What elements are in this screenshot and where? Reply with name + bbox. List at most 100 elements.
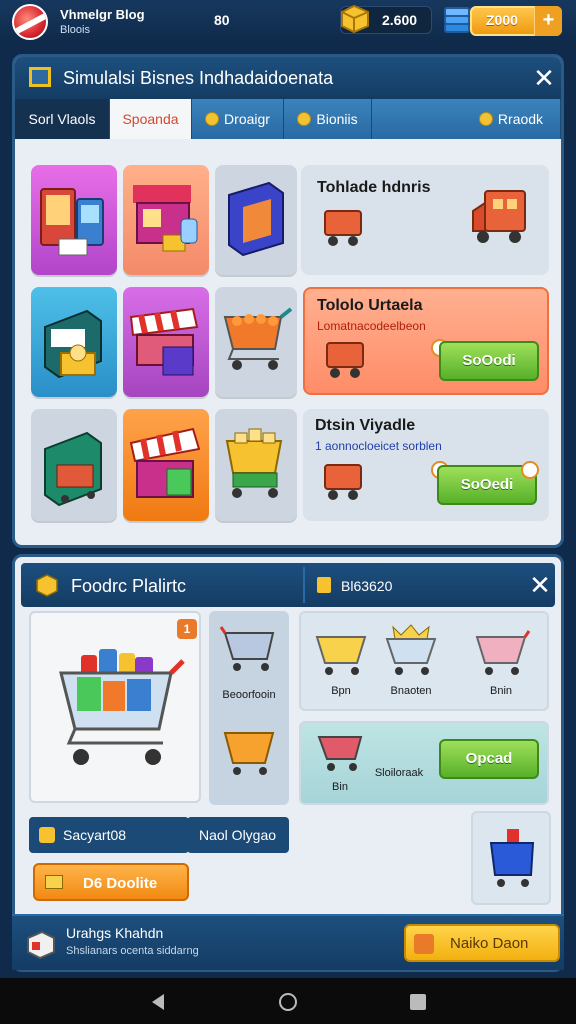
cart-badge: 1 [177,619,197,639]
blue-crate-card[interactable] [471,811,551,905]
pink-cart-icon[interactable] [471,623,531,677]
product-carts-card: Bpn Bnaoten Bnin [299,611,549,711]
tab-label: Bioniis [316,111,358,127]
product-label: Bnin [489,685,513,697]
cart-crate-icon [324,464,362,500]
card-title: Tohlade hdnris [317,179,431,196]
product-label: Bpn [331,685,351,697]
info-card-trucks: Tohlade hdnris [301,165,549,275]
blue-cart-icon[interactable] [219,625,279,675]
product-code: Bl63620 [341,578,393,594]
delivery-truck-icon [472,190,526,243]
panel-header: Foodrc Plalirtc Bl63620 ✕ [21,563,555,607]
footer-title: Urahgs Khahdn [66,925,164,941]
collect-button-label: Naiko Daon [450,935,529,952]
next-item-bar[interactable]: Naol Olygao [187,817,289,853]
kiosk-icon [44,309,102,379]
upgrade-button[interactable]: SoOodi [439,341,539,381]
store-tile-kiosk[interactable] [31,287,117,397]
tab-stores[interactable]: Sorl Vlaols [15,99,110,139]
double-button[interactable]: D6 Doolite [33,863,189,901]
full-shopping-cart-icon [59,649,185,765]
ticket-icon [45,875,63,889]
collect-button[interactable]: Naiko Daon [404,924,560,962]
tab-label: Rraodk [497,111,544,127]
shop-awning-icon [129,427,201,498]
chips-cart-icon[interactable] [381,623,441,677]
coin-icon [297,112,312,126]
store-tile-market[interactable] [123,287,209,397]
promo-item-label: Bin [332,781,348,793]
orange-basket-icon[interactable] [219,719,279,779]
news-footer: Urahgs Khahdn Shslianars ocenta siddarng… [12,914,564,970]
footer-subtitle: Shslianars ocenta siddarng [66,945,199,957]
crate-icon [414,934,434,954]
info-card-product: Dtsin Viyadle 1 aonnocloeicet sorblen So… [303,409,549,521]
red-cart-icon[interactable] [315,725,365,773]
close-panel-button[interactable]: ✕ [527,572,553,598]
business-simulation-panel: Simulalsi Bisnes Indhadaidoenata ✕ Sorl … [12,54,564,548]
store-tile-vending[interactable] [31,165,117,275]
cart-crate-icon [326,342,364,378]
gem-stack-icon [444,7,470,33]
add-gems-button[interactable]: + [534,6,562,36]
coin-stack-icon [341,4,369,34]
cart-crate-icon [324,210,362,246]
card-subtitle: 1 aonnocloeicet sorblen [315,439,442,453]
close-panel-button[interactable]: ✕ [531,65,557,91]
cart-options-column: Beoorfooin [209,611,289,805]
recents-icon[interactable] [408,992,428,1012]
info-card-upgrade: Tololo Urtaela Lomatnacodeelbeon SoOodi [303,287,549,395]
food-products-panel: Foodrc Plalirtc Bl63620 ✕ 1 Beoorfooin B… [12,554,564,972]
coin-icon [317,577,331,593]
store-tile-shop-front[interactable] [123,409,209,521]
store-tile-shop[interactable] [123,165,209,275]
store-tile-box[interactable] [215,165,297,275]
crate-icon [36,574,58,597]
coin-icon [39,827,55,843]
store-tile-cash-register[interactable] [31,409,117,521]
cash-register-icon [44,431,102,507]
card-subtitle: Lomatnacodeelbeon [317,319,426,333]
promo-caption: Sloiloraak [374,767,424,779]
open-button[interactable]: Opcad [439,739,539,779]
tab-design[interactable]: Droaigr [192,99,284,139]
store-tile-gold-cart[interactable] [215,409,297,521]
coin-icon [205,112,220,126]
gem-value: Z000 [486,12,518,28]
selected-item-bar[interactable]: Sacyart08 [29,817,189,853]
panel-title: Simulalsi Bisnes Indhadaidoenata [63,68,334,88]
gift-icon [478,112,493,126]
store-tile-fruit-cart[interactable] [215,287,297,397]
gold-cart-icon[interactable] [311,623,371,677]
panel-header: Simulalsi Bisnes Indhadaidoenata ✕ [15,57,561,99]
vending-machine-icon [40,188,104,256]
main-cart-card[interactable]: 1 [29,611,201,803]
promo-card: Bin Sloiloraak Opcad [299,721,549,805]
tab-business[interactable]: Bioniis [284,99,372,139]
top-hud: Vhmelgr Blog Bloois 80 2.600 Z000 + [0,0,576,44]
player-subtitle: Bloois [60,24,90,36]
info-badge-icon [521,461,539,479]
tab-label: Sorl Vlaols [28,111,96,127]
tab-label: Spoanda [122,111,179,127]
store-icon [29,67,51,87]
coin-value: 2.600 [382,12,418,28]
fruit-cart-icon [223,307,293,370]
product-label: Bnaoten [390,685,432,697]
player-logo-icon[interactable] [12,4,48,40]
player-level: 80 [214,12,230,28]
tab-rewards[interactable]: Rraodk [372,99,561,139]
back-icon[interactable] [148,992,168,1012]
shop-front-icon [133,185,198,252]
tab-upgrades[interactable]: Spoanda [110,99,192,139]
system-nav-bar [0,978,576,1024]
player-name: Vhmelgr Blog [60,7,145,22]
selected-item-label: Sacyart08 [63,827,127,843]
double-button-label: D6 Doolite [83,875,158,892]
home-icon[interactable] [278,992,298,1012]
next-item-label: Naol Olygao [199,827,277,843]
card-title: Tololo Urtaela [317,297,423,314]
header-divider [303,567,305,603]
market-stall-icon [129,307,199,376]
